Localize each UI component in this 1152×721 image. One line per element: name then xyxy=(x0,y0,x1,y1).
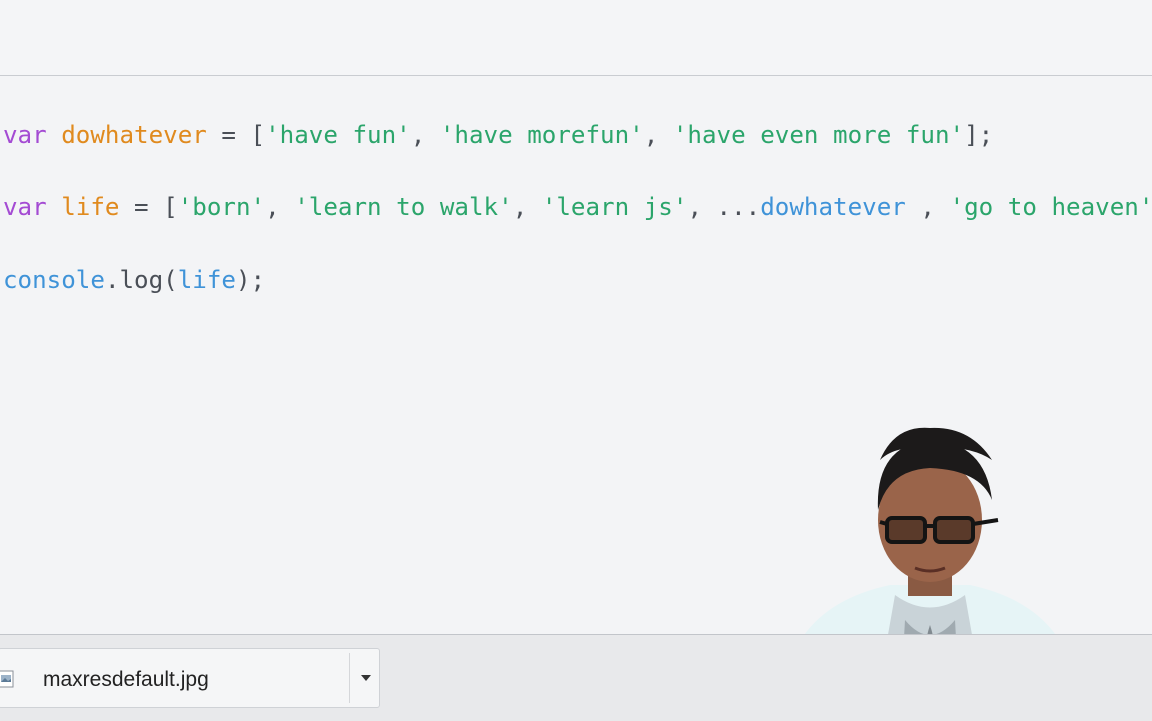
image-file-icon xyxy=(0,670,14,688)
comma: , xyxy=(512,193,542,221)
keyword-var: var xyxy=(3,193,47,221)
operator: = [ xyxy=(206,121,266,149)
comma: , xyxy=(410,121,440,149)
string-literal: 'go to heaven' xyxy=(949,193,1152,221)
string-literal: 'learn js' xyxy=(541,193,688,221)
download-item[interactable]: maxresdefault.jpg xyxy=(0,648,380,708)
top-toolbar xyxy=(0,0,1152,76)
string-literal: 'have even more fun' xyxy=(672,121,965,149)
argument: life xyxy=(177,266,236,294)
line-end: ); xyxy=(236,266,266,294)
keyword-var: var xyxy=(3,121,47,149)
chevron-down-icon[interactable] xyxy=(357,671,375,685)
comma: , xyxy=(905,193,950,221)
comma: , xyxy=(643,121,673,149)
code-line-2: var life = ['born', 'learn to walk', 'le… xyxy=(3,192,1152,222)
string-literal: 'have fun' xyxy=(265,121,411,149)
string-literal: 'born' xyxy=(177,193,266,221)
method-call: .log( xyxy=(104,266,178,294)
downloads-bar: maxresdefault.jpg xyxy=(0,634,1152,721)
divider xyxy=(349,653,350,703)
comma: , xyxy=(265,193,295,221)
spread-identifier: dowhatever xyxy=(760,193,906,221)
operator: = [ xyxy=(119,193,178,221)
code-line-1: var dowhatever = ['have fun', 'have more… xyxy=(3,120,993,150)
spread-operator: , ... xyxy=(687,193,761,221)
console-object: console xyxy=(3,266,105,294)
variable-name: life xyxy=(61,193,120,221)
code-line-3: console.log(life); xyxy=(3,265,265,295)
download-file-name: maxresdefault.jpg xyxy=(43,668,209,691)
string-literal: 'learn to walk' xyxy=(294,193,513,221)
string-literal: 'have morefun' xyxy=(439,121,644,149)
line-end: ]; xyxy=(964,121,994,149)
variable-name: dowhatever xyxy=(61,121,207,149)
